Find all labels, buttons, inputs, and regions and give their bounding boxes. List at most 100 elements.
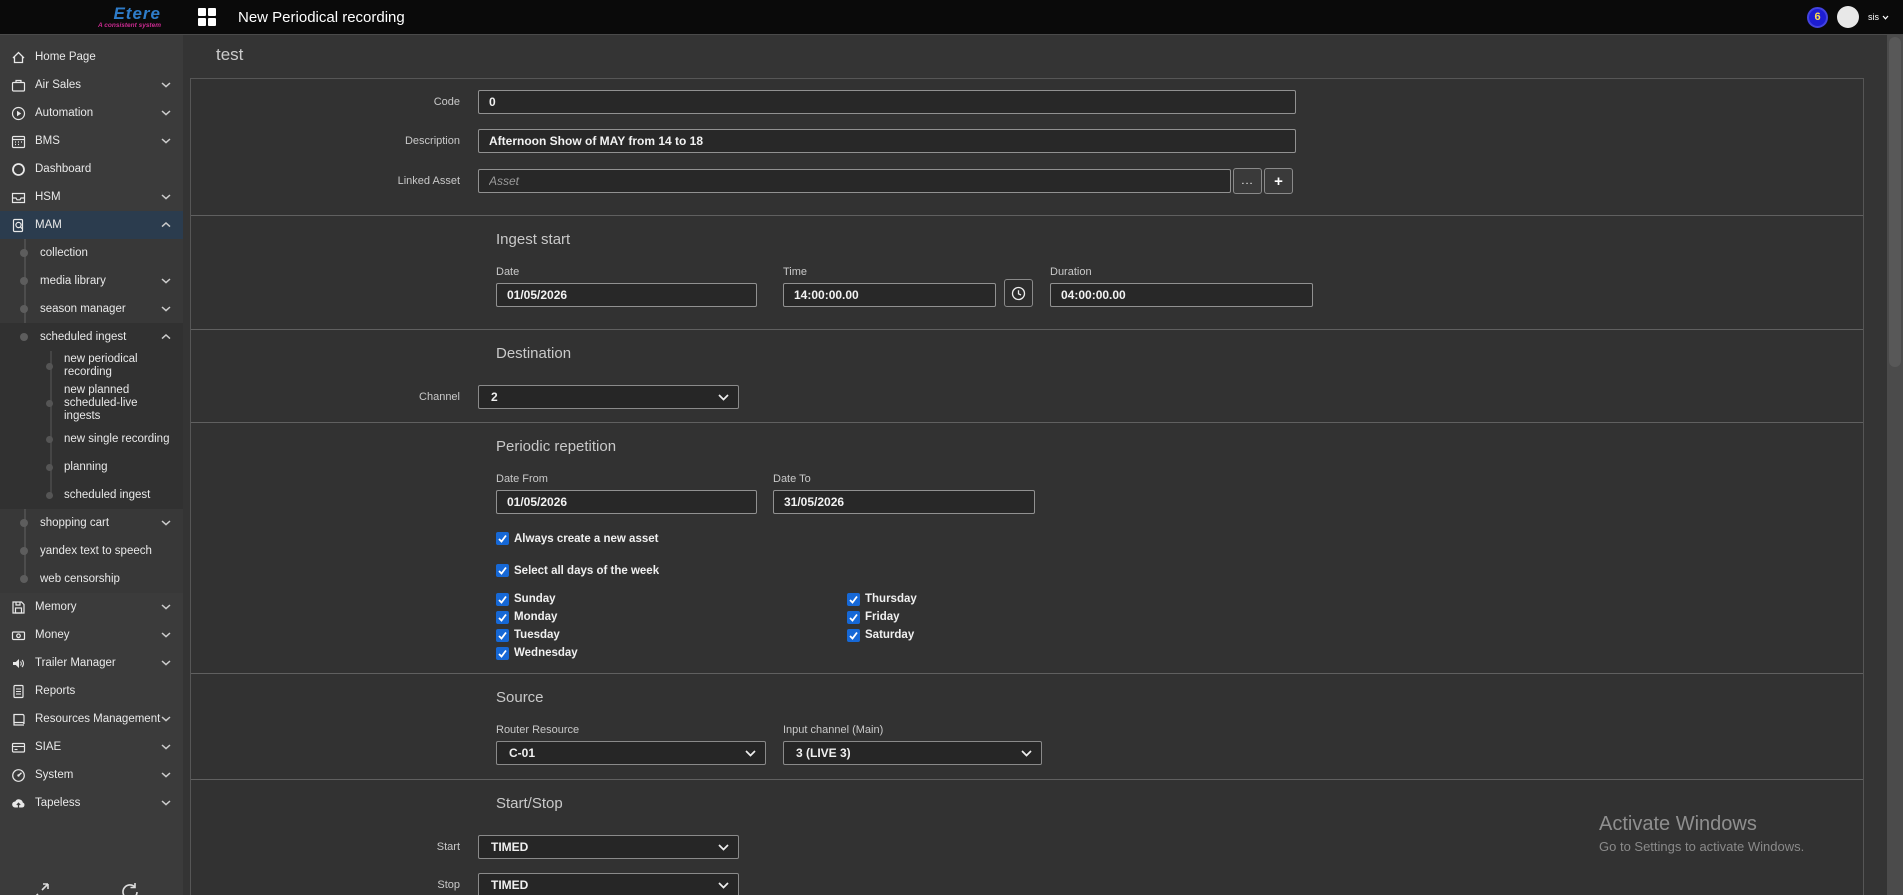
floppy-icon xyxy=(10,600,27,615)
duration-field: Duration xyxy=(1050,266,1313,307)
monday-checkbox[interactable] xyxy=(496,611,509,624)
play-circle-icon xyxy=(10,106,27,121)
sidebar-item-system[interactable]: System xyxy=(0,761,183,789)
vertical-scrollbar[interactable] xyxy=(1887,35,1903,895)
sidebar-item-tapeless[interactable]: Tapeless xyxy=(0,789,183,817)
monday-label: Monday xyxy=(514,611,557,623)
chevron-down-icon xyxy=(718,394,729,401)
always-create-checkbox[interactable] xyxy=(496,532,509,545)
sidebar-item-new-planned-scheduled-live-ingests[interactable]: new planned scheduled-live ingests xyxy=(0,381,183,425)
input-channel-field: Input channel (Main) 3 (LIVE 3) xyxy=(783,724,1042,765)
sidebar-item-home-page[interactable]: Home Page xyxy=(0,43,183,71)
time-input[interactable] xyxy=(783,283,996,307)
avatar[interactable] xyxy=(1837,6,1859,28)
sidebar-item-label: Tapeless xyxy=(35,797,80,809)
sidebar-item-season-manager[interactable]: season manager xyxy=(0,295,183,323)
sidebar-item-new-single-recording[interactable]: new single recording xyxy=(0,425,183,453)
scrollbar-thumb[interactable] xyxy=(1889,37,1901,367)
sidebar-item-yandex-text-to-speech[interactable]: yandex text to speech xyxy=(0,537,183,565)
sidebar-item-scheduled-ingest[interactable]: scheduled ingest xyxy=(0,323,183,351)
saturday-checkbox[interactable] xyxy=(847,629,860,642)
window-title: New Periodical recording xyxy=(238,9,405,26)
sidebar-item-air-sales[interactable]: Air Sales xyxy=(0,71,183,99)
grid-square xyxy=(208,18,216,26)
clock-icon[interactable] xyxy=(1004,279,1033,307)
input-channel-label: Input channel (Main) xyxy=(783,724,1042,736)
sidebar-item-scheduled-ingest-child[interactable]: scheduled ingest xyxy=(0,481,183,509)
chevron-down-icon xyxy=(161,660,171,666)
browse-asset-button[interactable]: ... xyxy=(1233,168,1262,194)
gauge-icon xyxy=(10,768,27,783)
tuesday-label: Tuesday xyxy=(514,629,560,641)
sidebar-item-hsm[interactable]: HSM xyxy=(0,183,183,211)
collapse-arrows-icon[interactable] xyxy=(28,880,52,895)
thursday-checkbox[interactable] xyxy=(847,593,860,606)
wednesday-checkbox[interactable] xyxy=(496,647,509,660)
sidebar-item-resources-management[interactable]: Resources Management xyxy=(0,705,183,733)
refresh-icon[interactable] xyxy=(118,880,142,895)
date-to-field: Date To xyxy=(773,473,1035,514)
sidebar-item-label: planning xyxy=(64,461,107,474)
sunday-checkbox[interactable] xyxy=(496,593,509,606)
sidebar-item-bms[interactable]: BMS xyxy=(0,127,183,155)
sidebar-item-reports[interactable]: Reports xyxy=(0,677,183,705)
always-create-label: Always create a new asset xyxy=(514,533,658,545)
brand-logo[interactable]: Etere A consistent system xyxy=(0,0,183,34)
sunday-label: Sunday xyxy=(514,593,556,605)
sidebar-item-memory[interactable]: Memory xyxy=(0,593,183,621)
linked-asset-label: Linked Asset xyxy=(191,175,478,187)
input-channel-select[interactable]: 3 (LIVE 3) xyxy=(783,741,1042,765)
description-input[interactable] xyxy=(478,129,1296,153)
money-icon xyxy=(10,628,27,643)
day-row: Wednesday xyxy=(496,646,847,660)
linked-asset-input[interactable] xyxy=(478,169,1231,193)
chevron-down-icon xyxy=(161,110,171,116)
wednesday-label: Wednesday xyxy=(514,647,578,659)
sidebar-item-automation[interactable]: Automation xyxy=(0,99,183,127)
sidebar-item-siae[interactable]: SIAE xyxy=(0,733,183,761)
sidebar-item-collection[interactable]: collection xyxy=(0,239,183,267)
date-to-input[interactable] xyxy=(773,490,1035,514)
chevron-down-icon xyxy=(1021,750,1032,757)
notification-badge[interactable]: 6 xyxy=(1807,7,1828,28)
sidebar-item-label: yandex text to speech xyxy=(40,545,152,557)
channel-select[interactable]: 2 xyxy=(478,385,739,409)
chevron-down-icon xyxy=(161,772,171,778)
channel-row: Channel 2 xyxy=(191,385,1863,409)
destination-heading: Destination xyxy=(191,345,1863,362)
sidebar-item-label: BMS xyxy=(35,135,60,147)
sidebar-item-trailer-manager[interactable]: Trailer Manager xyxy=(0,649,183,677)
add-asset-button[interactable]: + xyxy=(1264,168,1293,194)
sidebar-item-label: collection xyxy=(40,247,88,259)
tuesday-checkbox[interactable] xyxy=(496,629,509,642)
briefcase-icon xyxy=(10,78,27,93)
sidebar-item-planning[interactable]: planning xyxy=(0,453,183,481)
select-all-days-checkbox[interactable] xyxy=(496,564,509,577)
router-resource-select[interactable]: C-01 xyxy=(496,741,766,765)
sidebar-item-money[interactable]: Money xyxy=(0,621,183,649)
friday-checkbox[interactable] xyxy=(847,611,860,624)
sidebar-item-media-library[interactable]: media library xyxy=(0,267,183,295)
day-row: Sunday xyxy=(496,592,847,606)
periodic-repetition-heading: Periodic repetition xyxy=(191,438,1863,455)
days-column-1: Sunday Monday Tuesday Wednesday xyxy=(496,592,847,660)
duration-input[interactable] xyxy=(1050,283,1313,307)
description-label: Description xyxy=(191,135,478,147)
chevron-up-icon xyxy=(161,334,171,340)
sidebar-item-web-censorship[interactable]: web censorship xyxy=(0,565,183,593)
user-menu[interactable]: sis xyxy=(1868,12,1889,22)
sidebar-item-dashboard[interactable]: Dashboard xyxy=(0,155,183,183)
sidebar-item-mam[interactable]: MAM xyxy=(0,211,183,239)
date-input[interactable] xyxy=(496,283,757,307)
apps-grid-icon[interactable] xyxy=(198,8,216,26)
code-input[interactable] xyxy=(478,90,1296,114)
start-select[interactable]: TIMED xyxy=(478,835,739,859)
date-from-input[interactable] xyxy=(496,490,757,514)
stop-select[interactable]: TIMED xyxy=(478,873,739,895)
sidebar-item-new-periodical-recording[interactable]: new periodical recording xyxy=(0,351,183,381)
thursday-label: Thursday xyxy=(865,593,917,605)
main-content: test Code Description Linked Asset ... +… xyxy=(183,35,1887,895)
sidebar-item-shopping-cart[interactable]: shopping cart xyxy=(0,509,183,537)
source-heading: Source xyxy=(191,689,1863,706)
input-channel-value: 3 (LIVE 3) xyxy=(796,746,851,760)
